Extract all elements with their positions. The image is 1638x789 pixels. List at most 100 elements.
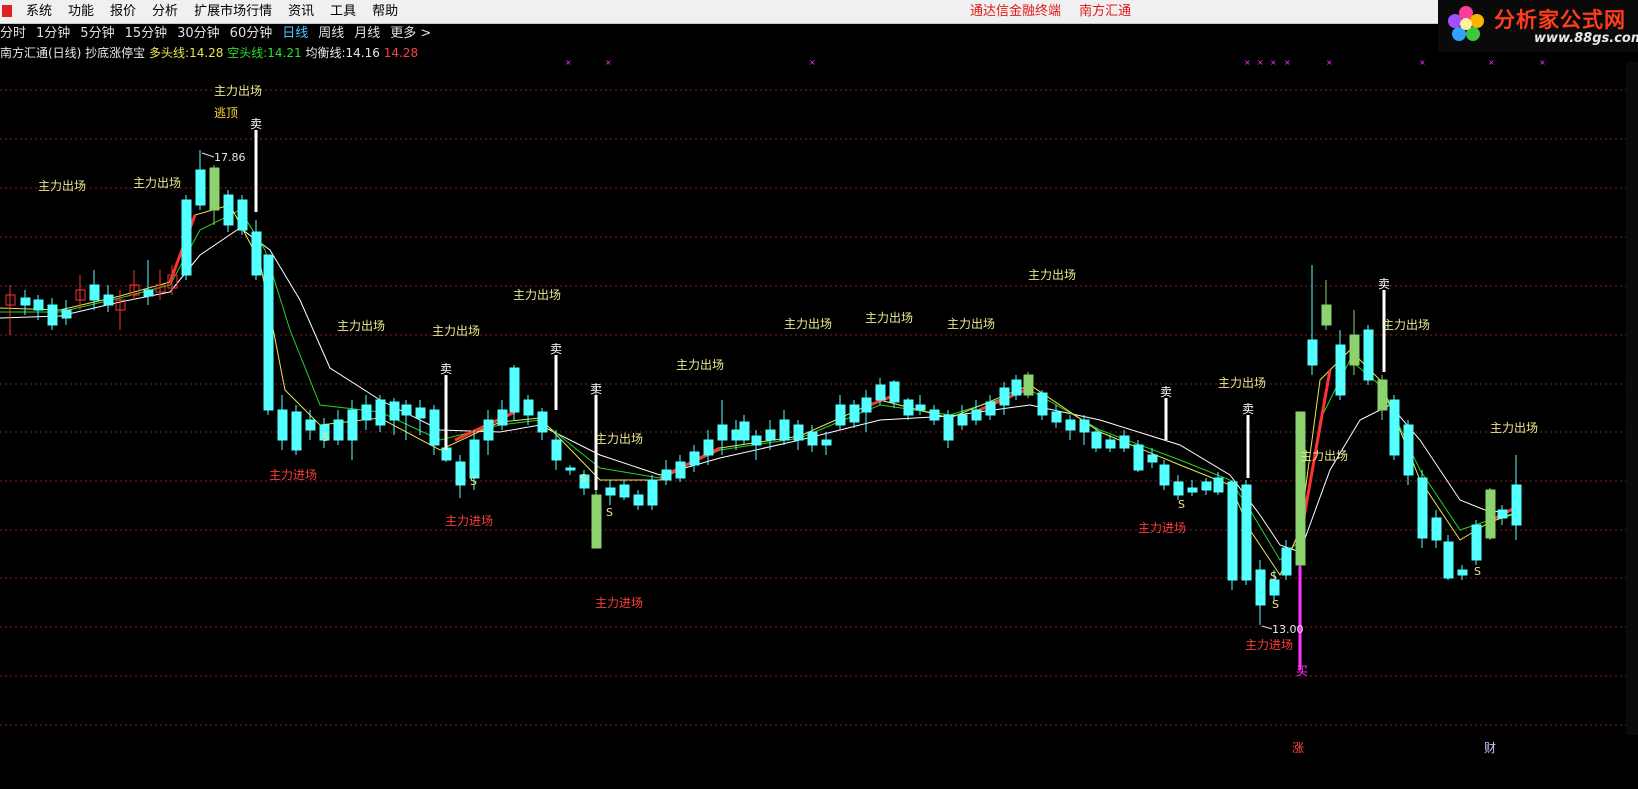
down-candle (1091, 431, 1102, 449)
down-candle (1065, 419, 1076, 431)
sell-signal-label: 卖 (1160, 385, 1172, 399)
terminal-name: 通达信金融终端 (970, 4, 1062, 19)
down-candle (1079, 419, 1090, 433)
escape-top-label: 逃顶 (214, 106, 238, 120)
down-candle (1335, 344, 1346, 396)
tab-monthly[interactable]: 月线 (349, 24, 385, 44)
down-candle (821, 439, 832, 446)
s-marker: S (606, 506, 613, 519)
down-candle (1159, 464, 1170, 486)
down-candle (537, 411, 548, 433)
down-candle (1443, 541, 1454, 579)
menu-tools[interactable]: 工具 (322, 0, 364, 24)
down-candle (1241, 484, 1252, 581)
buy-signal-label: 买 (1296, 664, 1308, 678)
neutral-candle (1485, 489, 1496, 539)
tab-5min[interactable]: 5分钟 (75, 24, 119, 44)
s-marker: S (580, 472, 587, 485)
down-candle (835, 404, 846, 426)
down-candle (689, 451, 700, 466)
finance-mark: 财 (1484, 741, 1497, 755)
down-candle (401, 404, 412, 416)
down-candle (1389, 399, 1400, 456)
down-candle (1281, 547, 1292, 576)
down-candle (1471, 524, 1482, 561)
main-force-entry-label: 主力进场 (595, 596, 643, 610)
down-candle (605, 487, 616, 496)
down-candle (291, 411, 302, 451)
right-scrollbar[interactable] (1626, 62, 1638, 735)
menu-news[interactable]: 资讯 (280, 0, 322, 24)
down-candle (263, 254, 274, 411)
main-force-exit-label: 主力出场 (1490, 421, 1538, 435)
tab-30min[interactable]: 30分钟 (172, 24, 225, 44)
high-price-label: 17.86 (214, 151, 246, 164)
down-candle (195, 169, 206, 206)
down-candle (509, 367, 520, 413)
main-force-exit-label: 主力出场 (133, 176, 181, 190)
main-force-exit-label: 主力出场 (38, 179, 86, 193)
bottom-markers: 涨 财 (0, 735, 1638, 755)
down-candle (647, 479, 658, 506)
neutral-candle (1377, 379, 1388, 411)
menu-function[interactable]: 功能 (60, 0, 102, 24)
tab-intraday[interactable]: 分时 (0, 24, 31, 44)
down-candle (999, 387, 1010, 406)
stock-name: 南方汇通 (1079, 4, 1132, 19)
down-candle (807, 431, 818, 446)
down-candle (181, 199, 192, 276)
down-candle (361, 404, 372, 421)
tab-more[interactable]: 更多 > (385, 24, 436, 44)
main-force-entry-label: 主力进场 (445, 514, 493, 528)
menu-analysis[interactable]: 分析 (144, 0, 186, 24)
down-candle (739, 421, 750, 441)
menu-items: 系统 功能 报价 分析 扩展市场行情 资讯 工具 帮助 (18, 0, 406, 24)
tab-weekly[interactable]: 周线 (313, 24, 349, 44)
main-force-exit-label: 主力出场 (513, 288, 561, 302)
down-candle (429, 409, 440, 446)
down-candle (661, 469, 672, 481)
down-candle (793, 424, 804, 441)
down-candle (957, 414, 968, 426)
down-candle (765, 429, 776, 441)
menu-system[interactable]: 系统 (18, 0, 60, 24)
tab-15min[interactable]: 15分钟 (120, 24, 173, 44)
menu-extended-market[interactable]: 扩展市场行情 (186, 0, 280, 24)
down-candle (861, 397, 872, 413)
down-candle (1173, 481, 1184, 496)
down-candle (455, 461, 466, 486)
down-candle (47, 304, 58, 326)
down-candle (347, 409, 358, 441)
down-candle (237, 199, 248, 231)
down-candle (333, 419, 344, 441)
down-candle (633, 494, 644, 506)
neutral-candle (1295, 411, 1306, 566)
top-marker: × (1488, 58, 1495, 67)
tab-60min[interactable]: 60分钟 (225, 24, 278, 44)
main-force-exit-label: 主力出场 (337, 319, 385, 333)
main-force-exit-label: 主力出场 (1218, 376, 1266, 390)
down-candle (1255, 569, 1266, 606)
sell-signal-label: 卖 (440, 362, 452, 376)
down-candle (89, 284, 100, 301)
top-marker: × (1419, 58, 1426, 67)
down-candle (103, 294, 114, 306)
main-force-exit-label: 主力出场 (1028, 268, 1076, 282)
down-candle (143, 289, 154, 297)
menu-help[interactable]: 帮助 (364, 0, 406, 24)
kline-chart[interactable]: × × × × × × × × × × ×卖卖卖卖 卖卖卖买SS SSSSSS17.8613.00主力出… (0, 54, 1626, 735)
title-links: 通达信金融终端 南方汇通 (970, 0, 1145, 24)
neutral-candle (591, 494, 602, 549)
down-candle (1457, 569, 1468, 576)
tab-1min[interactable]: 1分钟 (31, 24, 75, 44)
menu-quote[interactable]: 报价 (102, 0, 144, 24)
down-candle (703, 439, 714, 456)
neutral-candle (1023, 374, 1034, 396)
tab-daily[interactable]: 日线 (277, 24, 313, 44)
down-candle (1227, 481, 1238, 581)
top-marker: × (1257, 58, 1264, 67)
down-candle (1307, 339, 1318, 366)
site-logo: 分析家公式网 www.88gs.com (1438, 0, 1638, 52)
down-candle (929, 409, 940, 421)
down-candle (33, 299, 44, 311)
